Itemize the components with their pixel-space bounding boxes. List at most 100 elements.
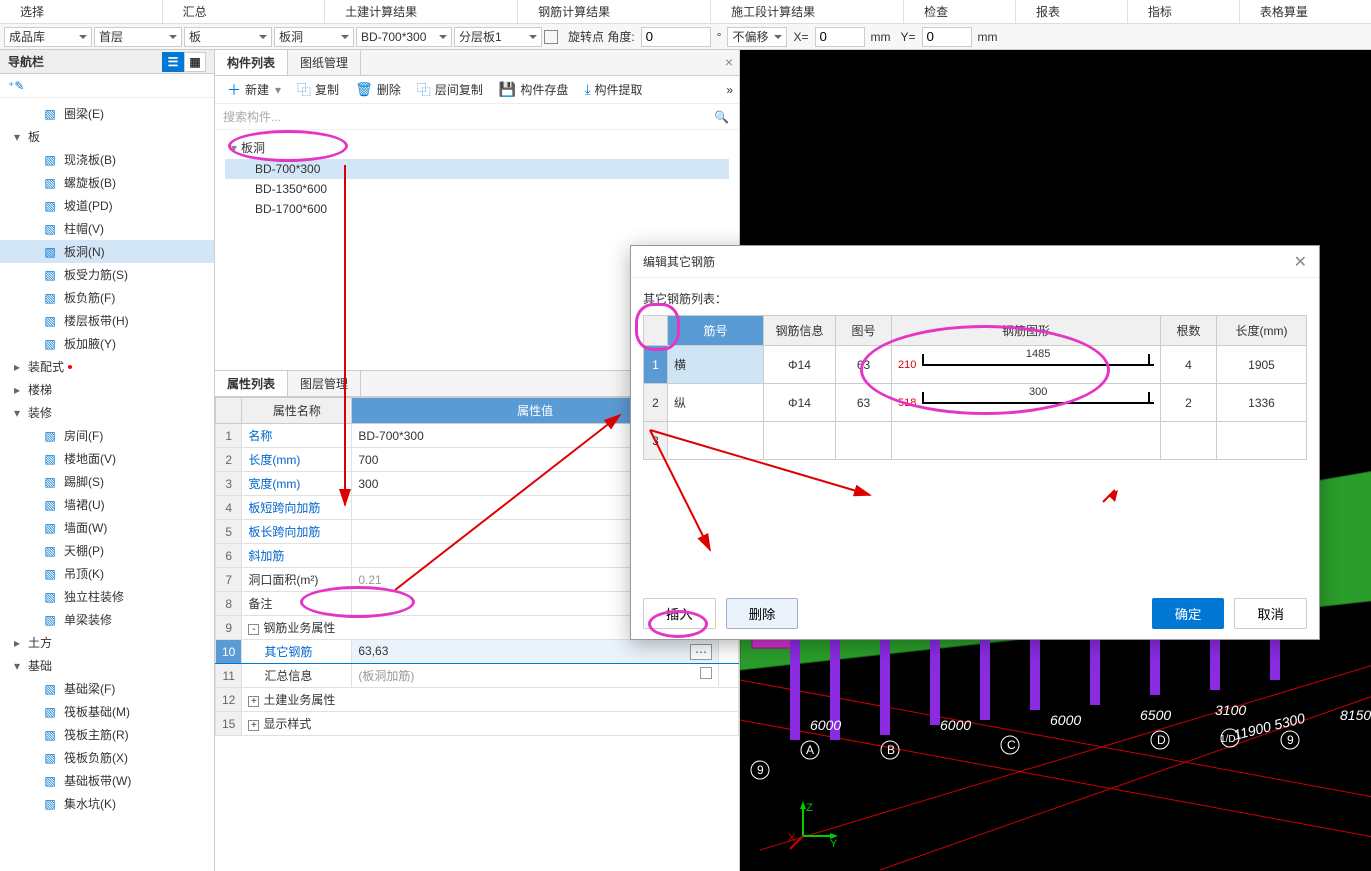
- menu-report[interactable]: 报表: [1016, 0, 1128, 23]
- component-item[interactable]: BD-1350*600: [225, 179, 729, 199]
- floor-icon: ▧: [42, 451, 58, 467]
- menu-check[interactable]: 检查: [904, 0, 1016, 23]
- nav-item[interactable]: ▧筏板主筋(R): [0, 723, 214, 746]
- rneg-icon: ▧: [42, 750, 58, 766]
- panel-close-icon[interactable]: ×: [725, 54, 733, 70]
- nav-item[interactable]: ▧楼地面(V): [0, 447, 214, 470]
- rebar-row[interactable]: 1横Φ1463210148541905: [644, 346, 1307, 384]
- skirt-icon: ▧: [42, 474, 58, 490]
- nav-item[interactable]: ▧筏板负筋(X): [0, 746, 214, 769]
- ok-button[interactable]: 确定: [1152, 598, 1225, 629]
- category-select[interactable]: 板: [184, 27, 272, 47]
- nav-view-grid[interactable]: ▦: [184, 52, 206, 72]
- tab-drawing-mgmt[interactable]: 图纸管理: [288, 50, 361, 75]
- component-search[interactable]: 搜索构件... 🔍: [215, 104, 739, 130]
- nav-item[interactable]: ▸楼梯: [0, 378, 214, 401]
- rebar-th-fig: 图号: [836, 316, 892, 346]
- toolbar-more[interactable]: »: [726, 83, 733, 97]
- toolbar-复制[interactable]: ⿻复制: [291, 79, 345, 101]
- menu-civil-result[interactable]: 土建计算结果: [325, 0, 518, 23]
- property-row[interactable]: 11汇总信息(板洞加筋): [216, 664, 739, 688]
- insert-button[interactable]: 插入: [643, 598, 716, 629]
- nav-view-list[interactable]: ☰: [162, 52, 184, 72]
- cancel-button[interactable]: 取消: [1234, 598, 1307, 629]
- nav-item[interactable]: ▧现浇板(B): [0, 148, 214, 171]
- rebar-row[interactable]: 2纵Φ146351830021336: [644, 384, 1307, 422]
- nav-item[interactable]: ▧单梁装修: [0, 608, 214, 631]
- nav-item[interactable]: ▧柱帽(V): [0, 217, 214, 240]
- property-row[interactable]: 12+土建业务属性: [216, 688, 739, 712]
- nav-item[interactable]: ▧集水坑(K): [0, 792, 214, 815]
- tab-layer-mgmt[interactable]: 图层管理: [288, 371, 361, 396]
- y-input[interactable]: [922, 27, 972, 47]
- nav-item[interactable]: ▸装配式: [0, 355, 214, 378]
- nav-item[interactable]: ▧圈梁(E): [0, 102, 214, 125]
- library-select[interactable]: 成品库: [4, 27, 92, 47]
- nav-item[interactable]: ▾装修: [0, 401, 214, 424]
- component-item[interactable]: ▾板洞: [225, 136, 729, 159]
- property-row[interactable]: 10其它钢筋63,63⋯: [216, 640, 739, 664]
- offset-select[interactable]: 不偏移: [727, 27, 787, 47]
- component-item[interactable]: BD-1700*600: [225, 199, 729, 219]
- nav-item[interactable]: ▧天棚(P): [0, 539, 214, 562]
- svg-text:6000: 6000: [810, 717, 841, 733]
- svg-text:3100: 3100: [1215, 702, 1246, 718]
- nav-item[interactable]: ▧板加腋(Y): [0, 332, 214, 355]
- rotate-input[interactable]: [641, 27, 711, 47]
- nav-item[interactable]: ▧墙裙(U): [0, 493, 214, 516]
- component-item[interactable]: BD-700*300: [225, 159, 729, 179]
- floor-select[interactable]: 首层: [94, 27, 182, 47]
- nav-add-icon[interactable]: ⁺✎: [8, 79, 24, 93]
- nav-item[interactable]: ▧坡道(PD): [0, 194, 214, 217]
- toolbar-删除[interactable]: 🗑删除: [349, 79, 407, 101]
- layer-select[interactable]: 分层板1: [454, 27, 542, 47]
- toolbar-层间复制[interactable]: ⿻层间复制: [411, 79, 489, 101]
- toolbar-构件存盘[interactable]: 💾构件存盘: [493, 79, 574, 101]
- toolbar-新建[interactable]: ＋新建▾: [221, 79, 287, 101]
- menu-section-result[interactable]: 施工段计算结果: [711, 0, 904, 23]
- dialog-close-icon[interactable]: ✕: [1294, 252, 1307, 272]
- menu-rebar-result[interactable]: 钢筋计算结果: [518, 0, 711, 23]
- rebar-table: 筋号 钢筋信息 图号 钢筋图形 根数 长度(mm) 1横Φ14632101485…: [643, 315, 1307, 460]
- delete-button[interactable]: 删除: [726, 598, 799, 629]
- nav-item[interactable]: ▧板洞(N): [0, 240, 214, 263]
- component-select[interactable]: BD-700*300: [356, 27, 452, 47]
- svg-text:9: 9: [1287, 733, 1294, 747]
- nav-item[interactable]: ▾板: [0, 125, 214, 148]
- rebar-row[interactable]: 3: [644, 422, 1307, 460]
- prop-header-num: [216, 398, 242, 424]
- menu-index[interactable]: 指标: [1128, 0, 1240, 23]
- more-button[interactable]: ⋯: [690, 644, 712, 660]
- nav-item[interactable]: ▧螺旋板(B): [0, 171, 214, 194]
- nav-item[interactable]: ▧墙面(W): [0, 516, 214, 539]
- neg-icon: ▧: [42, 290, 58, 306]
- ceil-icon: ▧: [42, 543, 58, 559]
- nav-item[interactable]: ▧板负筋(F): [0, 286, 214, 309]
- subcategory-select[interactable]: 板洞: [274, 27, 354, 47]
- x-input[interactable]: [815, 27, 865, 47]
- property-row[interactable]: 15+显示样式: [216, 712, 739, 736]
- rotate-checkbox[interactable]: [544, 30, 558, 44]
- nav-item[interactable]: ▧独立柱装修: [0, 585, 214, 608]
- nav-item[interactable]: ▧筏板基础(M): [0, 700, 214, 723]
- tab-component-list[interactable]: 构件列表: [215, 50, 288, 75]
- toolbar-构件提取[interactable]: ⤓构件提取: [578, 79, 648, 101]
- nav-item[interactable]: ▧板受力筋(S): [0, 263, 214, 286]
- nav-item[interactable]: ▾基础: [0, 654, 214, 677]
- menu-table-calc[interactable]: 表格算量: [1240, 0, 1371, 23]
- nav-item[interactable]: ▧房间(F): [0, 424, 214, 447]
- x-unit: mm: [867, 30, 895, 44]
- nav-item[interactable]: ▧踢脚(S): [0, 470, 214, 493]
- menu-select[interactable]: 选择: [0, 0, 163, 23]
- svg-text:D: D: [1157, 733, 1166, 747]
- nav-item[interactable]: ▧吊顶(K): [0, 562, 214, 585]
- nav-item[interactable]: ▧基础板带(W): [0, 769, 214, 792]
- nav-item[interactable]: ▧楼层板带(H): [0, 309, 214, 332]
- nav-tree: ▧圈梁(E)▾板▧现浇板(B)▧螺旋板(B)▧坡道(PD)▧柱帽(V)▧板洞(N…: [0, 98, 214, 871]
- nav-item[interactable]: ▸土方: [0, 631, 214, 654]
- axis-gizmo: Z Y X: [788, 801, 838, 851]
- tab-property-list[interactable]: 属性列表: [215, 371, 288, 396]
- nav-item[interactable]: ▧基础梁(F): [0, 677, 214, 700]
- menu-summary[interactable]: 汇总: [163, 0, 326, 23]
- cap-icon: ▧: [42, 221, 58, 237]
